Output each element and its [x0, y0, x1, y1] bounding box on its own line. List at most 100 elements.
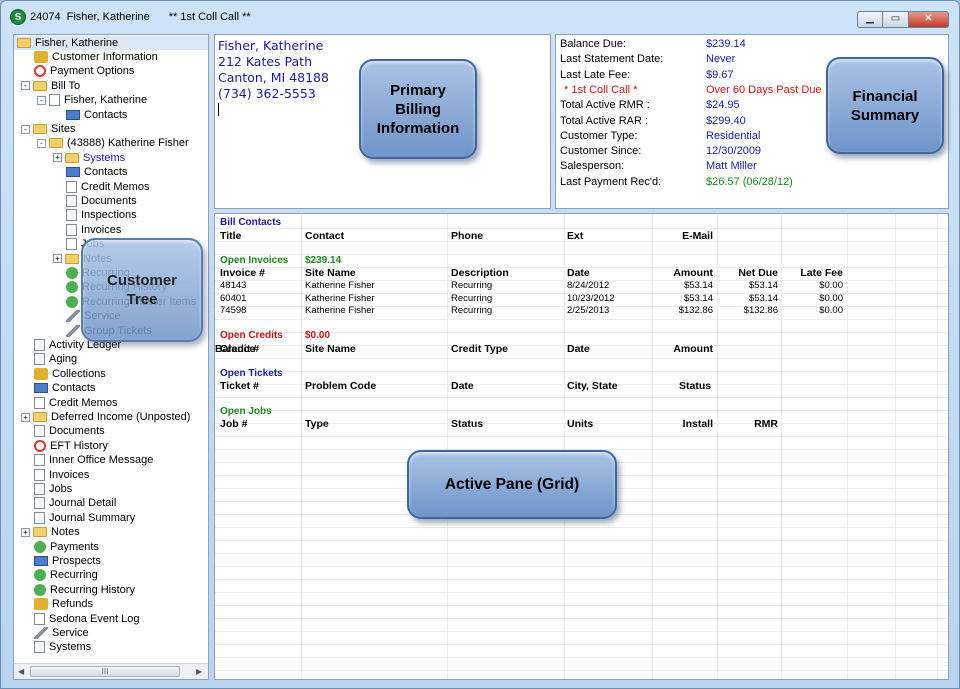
column-header: Contact: [305, 230, 345, 242]
tree-item[interactable]: Contacts: [66, 108, 127, 122]
title-bar[interactable]: S 24074 Fisher, Katherine ** 1st Coll Ca…: [1, 1, 959, 33]
tree-item-label: Refunds: [52, 598, 93, 611]
tree-item[interactable]: Credit Memos: [34, 396, 117, 410]
expand-icon[interactable]: +: [21, 412, 30, 422]
collapse-icon[interactable]: -: [21, 124, 30, 134]
tree-item[interactable]: Aging: [34, 352, 77, 366]
tree-item-label: Sedona Event Log: [49, 612, 140, 625]
tree-item[interactable]: Contacts: [66, 165, 127, 179]
tree-item[interactable]: EFT History: [34, 439, 108, 453]
tree-item[interactable]: Invoices: [66, 223, 121, 237]
tree-item-label: Recurring: [50, 569, 98, 582]
app-logo-icon: S: [10, 9, 26, 25]
folder-icon: [65, 253, 79, 264]
tree-item[interactable]: Inspections: [66, 208, 137, 222]
expand-icon[interactable]: +: [53, 254, 62, 264]
column-header: Job #: [220, 418, 248, 430]
journal-icon: [34, 511, 45, 524]
section-title-bill-contacts: Bill Contacts: [220, 217, 282, 228]
tree-item[interactable]: - Fisher, Katherine: [37, 93, 147, 107]
tree-item-label: Customer Information: [52, 51, 158, 63]
collapse-icon[interactable]: -: [37, 138, 46, 148]
collapse-icon[interactable]: -: [37, 95, 46, 105]
folder-open-icon: [17, 38, 31, 48]
grid-cell: $0.00: [819, 280, 843, 291]
grid-cell: $132.86: [743, 305, 778, 317]
tree-item[interactable]: + Notes: [21, 525, 80, 539]
maximize-icon[interactable]: ▭: [883, 11, 909, 28]
tree-item[interactable]: Payment Options: [34, 64, 134, 78]
active-pane-grid[interactable]: Bill Contacts Title Contact Phone Ext E-Mail O…: [214, 213, 949, 680]
tree-item[interactable]: - Sites: [21, 122, 75, 136]
tree-item[interactable]: Documents: [66, 194, 137, 208]
tree-item[interactable]: Journal Summary: [34, 511, 135, 525]
tree-item-label: Invoices: [49, 468, 90, 481]
contacts-icon: [34, 383, 48, 394]
tree-item[interactable]: Credit Memos: [66, 180, 149, 194]
tree-item-label: (43888) Katherine Fisher: [67, 137, 189, 150]
recurring-history-icon: [66, 281, 78, 294]
tree-item[interactable]: - (43888) Katherine Fisher: [37, 136, 189, 150]
grid-cell: $53.14: [683, 280, 713, 291]
hammer-icon: [66, 238, 77, 251]
expand-icon[interactable]: +: [53, 153, 62, 163]
column-header: Date: [567, 267, 590, 279]
minimize-icon[interactable]: ▁: [857, 11, 883, 28]
grid-cell: $53.14: [683, 292, 713, 304]
customer-tree[interactable]: Fisher, Katherine Customer Information Pa…: [13, 34, 209, 680]
financial-value: $239.14: [706, 38, 746, 50]
tree-item-label: Credit Memos: [81, 180, 150, 193]
tree-item[interactable]: Journal Detail: [34, 496, 116, 510]
column-header: Type: [305, 418, 329, 430]
callout-active-pane: Active Pane (Grid): [407, 450, 617, 519]
tree-item[interactable]: + Systems: [53, 151, 125, 165]
column-header: Site Name: [305, 343, 356, 355]
scroll-thumb[interactable]: III: [30, 666, 180, 677]
tree-item[interactable]: Documents: [34, 424, 105, 438]
tree-item[interactable]: Service: [34, 626, 89, 640]
tree-item[interactable]: Prospects: [34, 554, 101, 568]
tree-root[interactable]: Fisher, Katherine: [14, 36, 208, 50]
financial-value: 12/30/2009: [706, 145, 762, 158]
section-title-open-jobs: Open Jobs: [220, 406, 272, 417]
tree-horizontal-scrollbar[interactable]: ◀ III ▶: [14, 663, 208, 679]
tree-item[interactable]: Jobs: [34, 482, 72, 496]
tree-item[interactable]: - Bill To: [21, 79, 80, 93]
contacts-icon: [66, 167, 80, 178]
tree-item[interactable]: Systems: [34, 640, 91, 654]
tree-item[interactable]: Sedona Event Log: [34, 612, 140, 626]
financial-row: Last Payment Rec'd: $26.57 (06/28/12): [560, 176, 940, 191]
column-header: Net Due: [738, 267, 778, 279]
grid-cell: $53.14: [748, 292, 778, 304]
financial-label: Last Statement Date:: [560, 53, 664, 66]
column-header: Date: [451, 380, 474, 392]
tree-item[interactable]: Customer Information: [34, 50, 158, 64]
tree-item-label: Inspections: [81, 209, 137, 222]
collapse-icon[interactable]: -: [21, 81, 30, 91]
tree-item-label: Bill To: [51, 79, 81, 92]
close-icon[interactable]: ✕: [909, 11, 949, 28]
grid-column-line: [447, 214, 448, 679]
tree-item[interactable]: Recurring: [34, 568, 98, 582]
folder-icon: [33, 412, 47, 422]
financial-label: Last Late Fee:: [560, 68, 631, 81]
section-title-open-tickets: Open Tickets: [220, 368, 283, 379]
memo-icon: [34, 396, 45, 409]
tree-item[interactable]: Inner Office Message: [34, 453, 153, 467]
tree-item-label: Journal Detail: [49, 497, 117, 510]
scroll-left-arrow-icon[interactable]: ◀: [18, 667, 24, 676]
callout-customer-tree: Customer Tree: [81, 238, 203, 342]
tree-item[interactable]: Refunds: [34, 597, 93, 611]
tree-item[interactable]: Collections: [34, 367, 106, 381]
expand-icon[interactable]: +: [21, 527, 30, 537]
tree-item[interactable]: Recurring History: [34, 583, 135, 597]
tree-item[interactable]: + Deferred Income (Unposted): [21, 410, 190, 424]
tree-item[interactable]: Invoices: [34, 468, 89, 482]
tree-item[interactable]: Payments: [34, 540, 99, 554]
financial-value: Over 60 Days Past Due: [706, 83, 822, 96]
column-header: Amount: [673, 267, 713, 279]
scroll-right-arrow-icon[interactable]: ▶: [196, 667, 202, 676]
prospects-icon: [34, 556, 48, 566]
tree-item[interactable]: Contacts: [34, 381, 95, 395]
grid-cell: $132.86: [678, 305, 713, 317]
